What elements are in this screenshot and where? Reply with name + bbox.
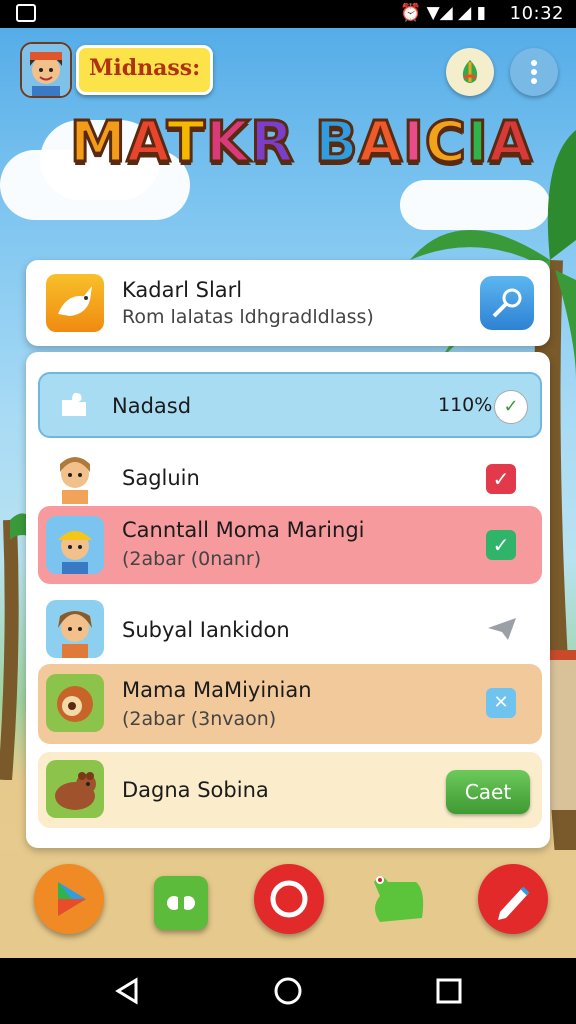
play-store-icon [58,882,86,916]
progress-label: Nadasd [112,394,192,418]
house [548,650,576,810]
girl-avatar-icon [46,448,104,506]
checkmark-icon[interactable]: ✓ [486,464,516,494]
logo-letter: A [487,109,534,177]
status-time: 10:32 [509,3,564,24]
item-title: Dagna Sobina [122,778,269,802]
logo-letter: A [125,109,167,177]
app-title: Midnass: [76,45,214,95]
record-icon [270,880,308,918]
list-item[interactable]: Sagluin ✓ [38,448,542,510]
status-bar: ⏰ ▼◢ ◢ ▮ 10:32 [0,0,576,28]
list-item[interactable]: Subyal Iankidon [38,596,542,662]
recents-icon[interactable] [434,976,464,1006]
record-button[interactable] [254,864,324,934]
levels-panel: Nadasd 110% ✓ Sagluin ✓ Canntall Moma Ma… [26,352,550,848]
progress-row[interactable]: Nadasd 110% ✓ [38,372,542,438]
logo-letter: A [357,109,403,177]
system-nav-bar [0,958,576,1024]
logo-letter: I [465,109,489,177]
logo-letter: R [249,109,295,177]
pencil-icon [498,886,530,920]
item-title: Canntall Moma Maringi [122,518,365,542]
logo-letter: B [313,109,359,177]
rabbit-icon [46,274,104,332]
home-icon[interactable] [273,976,303,1006]
item-title: Subyal Iankidon [122,618,290,642]
item-title: Sagluin [122,466,200,490]
profile-avatar[interactable] [20,42,72,98]
puzzle-piece-icon [56,386,92,422]
featured-card[interactable]: Kadarl Slarl Rom lalatas ldhgradldlass) [26,260,550,346]
status-icons: ⏰ ▼◢ ◢ ▮ [400,3,486,23]
logo-letter: M [69,109,128,177]
puzzle-icon [167,896,195,910]
cast-button[interactable]: Caet [446,770,530,814]
logo-letter [294,110,315,175]
dino-icon [374,876,424,922]
more-vert-icon [531,60,537,84]
paper-plane-icon[interactable] [486,614,518,644]
edit-button[interactable] [478,864,548,934]
progress-value: 110% [438,394,493,416]
girl-kid-avatar-icon [46,600,104,658]
featured-subtitle: Rom lalatas ldhgradldlass) [122,306,374,328]
share-button[interactable] [480,276,534,330]
play-store-button[interactable] [34,864,104,934]
check-circle-icon[interactable]: ✓ [494,390,528,424]
list-item[interactable]: Mama MaMiyinian (2abar (3nvaon) ✕ [38,664,542,744]
boy-hardhat-avatar-icon [46,516,104,574]
back-icon[interactable] [112,976,142,1006]
game-logo: MATKR BAICIA [69,109,534,177]
monkey-avatar-icon [46,674,104,732]
list-item[interactable]: Dagna Sobina Caet [38,752,542,828]
checkmark-icon[interactable]: ✓ [486,530,516,560]
item-title: Mama MaMiyinian [122,678,312,702]
list-item[interactable]: Canntall Moma Maringi (2abar (0nanr) ✓ [38,506,542,584]
logo-letter: T [165,109,206,177]
logo-letter: I [402,109,426,177]
item-subtitle: (2abar (3nvaon) [122,708,277,730]
more-menu-button[interactable] [510,48,558,96]
notification-icon [16,4,36,22]
bear-avatar-icon [46,760,104,818]
logo-letter: K [204,109,251,177]
dino-button[interactable] [366,868,430,932]
avatar-face-icon [22,44,70,96]
puzzle-button[interactable] [154,876,208,930]
item-subtitle: (2abar (0nanr) [122,548,262,570]
key-icon [492,288,522,318]
tools-icon[interactable]: ✕ [486,688,516,718]
theme-button[interactable] [446,48,494,96]
logo-letter: C [423,109,467,177]
leaf-icon [462,60,478,83]
featured-title: Kadarl Slarl [122,278,243,302]
